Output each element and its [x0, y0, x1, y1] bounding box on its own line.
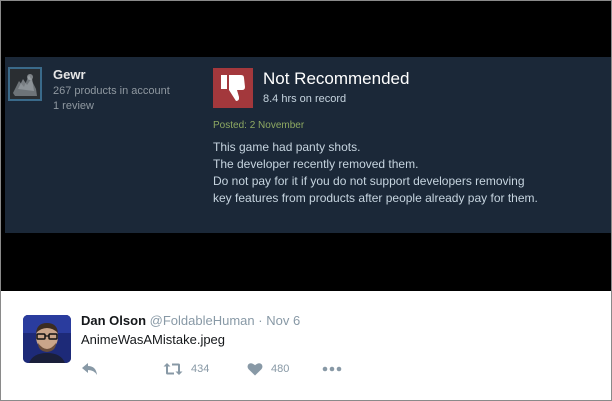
steam-review-card: Gewr 267 products in account 1 review No… [5, 57, 611, 233]
reviewer-review-count[interactable]: 1 review [53, 100, 94, 112]
reply-button[interactable] [81, 362, 99, 376]
posted-date: Posted: 2 November [213, 120, 305, 131]
reviewer-name[interactable]: Gewr [53, 67, 86, 82]
screenshot-image: Gewr 267 products in account 1 review No… [1, 1, 611, 291]
like-count: 480 [271, 363, 290, 375]
review-line: key features from products after people … [213, 191, 538, 205]
review-line: This game had panty shots. [213, 140, 361, 154]
screenshot-frame: Gewr 267 products in account 1 review No… [0, 0, 612, 401]
hours-on-record: 8.4 hrs on record [263, 93, 347, 105]
reply-icon [82, 363, 97, 375]
tweet-header: Dan Olson @FoldableHuman · Nov 6 [81, 313, 300, 328]
tweet-actions: 434 480 [81, 362, 381, 380]
heart-icon [247, 363, 263, 376]
reviewer-avatar-image [10, 69, 40, 99]
reviewer-products-count[interactable]: 267 products in account [53, 85, 170, 97]
tweet-separator: · [258, 313, 263, 328]
review-verdict: Not Recommended [263, 69, 410, 88]
retweet-button[interactable]: 434 [163, 362, 209, 376]
retweet-count: 434 [191, 363, 210, 375]
review-text: This game had panty shots. The developer… [213, 139, 609, 207]
tweet-author-name[interactable]: Dan Olson [81, 313, 146, 328]
like-button[interactable]: 480 [247, 362, 289, 376]
more-button[interactable] [321, 362, 343, 376]
author-avatar-image [23, 315, 71, 363]
reviewer-avatar[interactable] [8, 67, 42, 101]
tweet-author-handle[interactable]: @FoldableHuman [150, 313, 255, 328]
review-line: Do not pay for it if you do not support … [213, 174, 525, 188]
tweet-date[interactable]: Nov 6 [266, 313, 300, 328]
tweet-text: AnimeWasAMistake.jpeg [81, 332, 226, 347]
review-line: The developer recently removed them. [213, 157, 419, 171]
thumbs-down-icon [221, 75, 245, 101]
thumbs-down-badge [213, 68, 253, 108]
more-icon [322, 366, 342, 372]
retweet-icon [163, 363, 183, 375]
tweet-author-avatar[interactable] [23, 315, 71, 363]
